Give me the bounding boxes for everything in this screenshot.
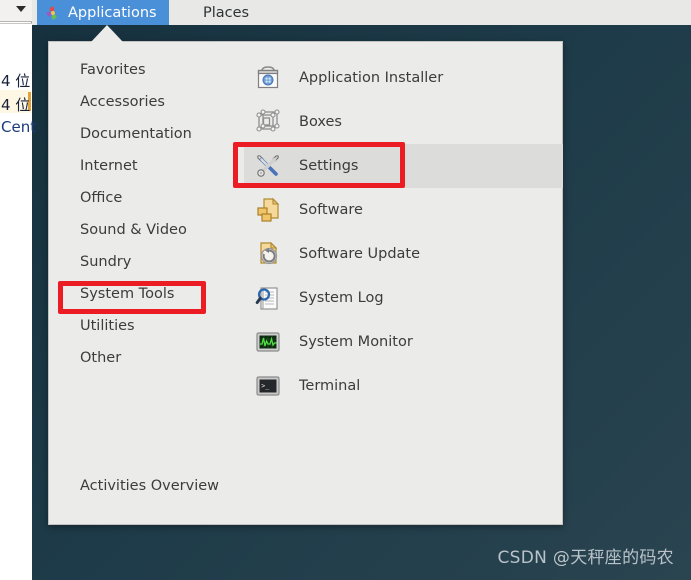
app-item-label: System Log (299, 290, 384, 306)
category-label: Favorites (80, 62, 146, 78)
category-label: Sound & Video (80, 222, 187, 238)
top-panel: Applications Places (32, 0, 691, 25)
background-text-line-1: 4 位 (1, 72, 31, 90)
app-item-boxes[interactable]: Boxes (244, 100, 563, 144)
wireframe-box-icon (252, 106, 284, 138)
software-update-icon (252, 238, 284, 270)
app-item-terminal[interactable]: >_ Terminal (244, 364, 563, 408)
background-text-line-3: Cent (1, 118, 37, 136)
category-item-internet[interactable]: Internet (49, 150, 244, 182)
category-label: Internet (80, 158, 138, 174)
category-label: Accessories (80, 94, 165, 110)
application-list: Application Installer Boxes Settings Sof… (244, 56, 563, 408)
category-item-documentation[interactable]: Documentation (49, 118, 244, 150)
app-item-label: Settings (299, 158, 359, 174)
svg-text:>_: >_ (261, 382, 269, 390)
app-item-software[interactable]: Software (244, 188, 563, 232)
caret-down-icon[interactable] (16, 6, 26, 12)
category-item-favorites[interactable]: Favorites (49, 54, 244, 86)
category-item-other[interactable]: Other (49, 342, 244, 374)
app-item-system-log[interactable]: System Log (244, 276, 563, 320)
gnome-applications-icon (45, 5, 61, 21)
category-label: Sundry (80, 254, 132, 270)
category-item-sound-and-video[interactable]: Sound & Video (49, 214, 244, 246)
tab-places-label: Places (203, 4, 250, 21)
app-item-application-installer[interactable]: Application Installer (244, 56, 563, 100)
category-item-utilities[interactable]: Utilities (49, 310, 244, 342)
category-item-system-tools[interactable]: System Tools (49, 278, 244, 310)
tab-applications[interactable]: Applications (37, 0, 169, 25)
background-window-toolbar (0, 0, 32, 22)
menu-pointer (91, 25, 123, 42)
app-item-software-update[interactable]: Software Update (244, 232, 563, 276)
category-item-sundry[interactable]: Sundry (49, 246, 244, 278)
shopping-bag-icon (252, 62, 284, 94)
category-label: Other (80, 350, 122, 366)
category-label: System Tools (80, 286, 175, 302)
category-label: Office (80, 190, 123, 206)
category-list: Favorites Accessories Documentation Inte… (49, 54, 244, 374)
app-item-settings[interactable]: Settings (244, 144, 563, 188)
tab-applications-label: Applications (68, 4, 157, 21)
category-item-office[interactable]: Office (49, 182, 244, 214)
wrench-screwdriver-icon (252, 150, 284, 182)
watermark: CSDN @天秤座的码农 (497, 548, 674, 568)
activities-overview-item[interactable]: Activities Overview (80, 478, 219, 494)
app-item-label: Terminal (299, 378, 361, 394)
magnifier-document-icon (252, 282, 284, 314)
app-item-label: Boxes (299, 114, 342, 130)
terminal-icon: >_ (252, 370, 284, 402)
activities-overview-label: Activities Overview (80, 478, 220, 494)
desktop-screen: 4 位 4 位 Cent Applications Places Favorit… (0, 0, 691, 580)
app-item-label: Software Update (299, 246, 421, 262)
applications-menu: Favorites Accessories Documentation Inte… (48, 41, 563, 525)
app-item-label: Application Installer (299, 70, 444, 86)
background-window-body: 4 位 4 位 Cent (0, 23, 36, 580)
background-text-line-2: 4 位 (1, 96, 31, 114)
category-item-accessories[interactable]: Accessories (49, 86, 244, 118)
app-item-label: Software (299, 202, 363, 218)
category-label: Utilities (80, 318, 135, 334)
tab-places[interactable]: Places (192, 0, 260, 25)
background-window: 4 位 4 位 Cent (0, 0, 36, 580)
app-item-system-monitor[interactable]: System Monitor (244, 320, 563, 364)
category-label: Documentation (80, 126, 192, 142)
software-package-icon (252, 194, 284, 226)
monitor-graph-icon (252, 326, 284, 358)
app-item-label: System Monitor (299, 334, 413, 350)
